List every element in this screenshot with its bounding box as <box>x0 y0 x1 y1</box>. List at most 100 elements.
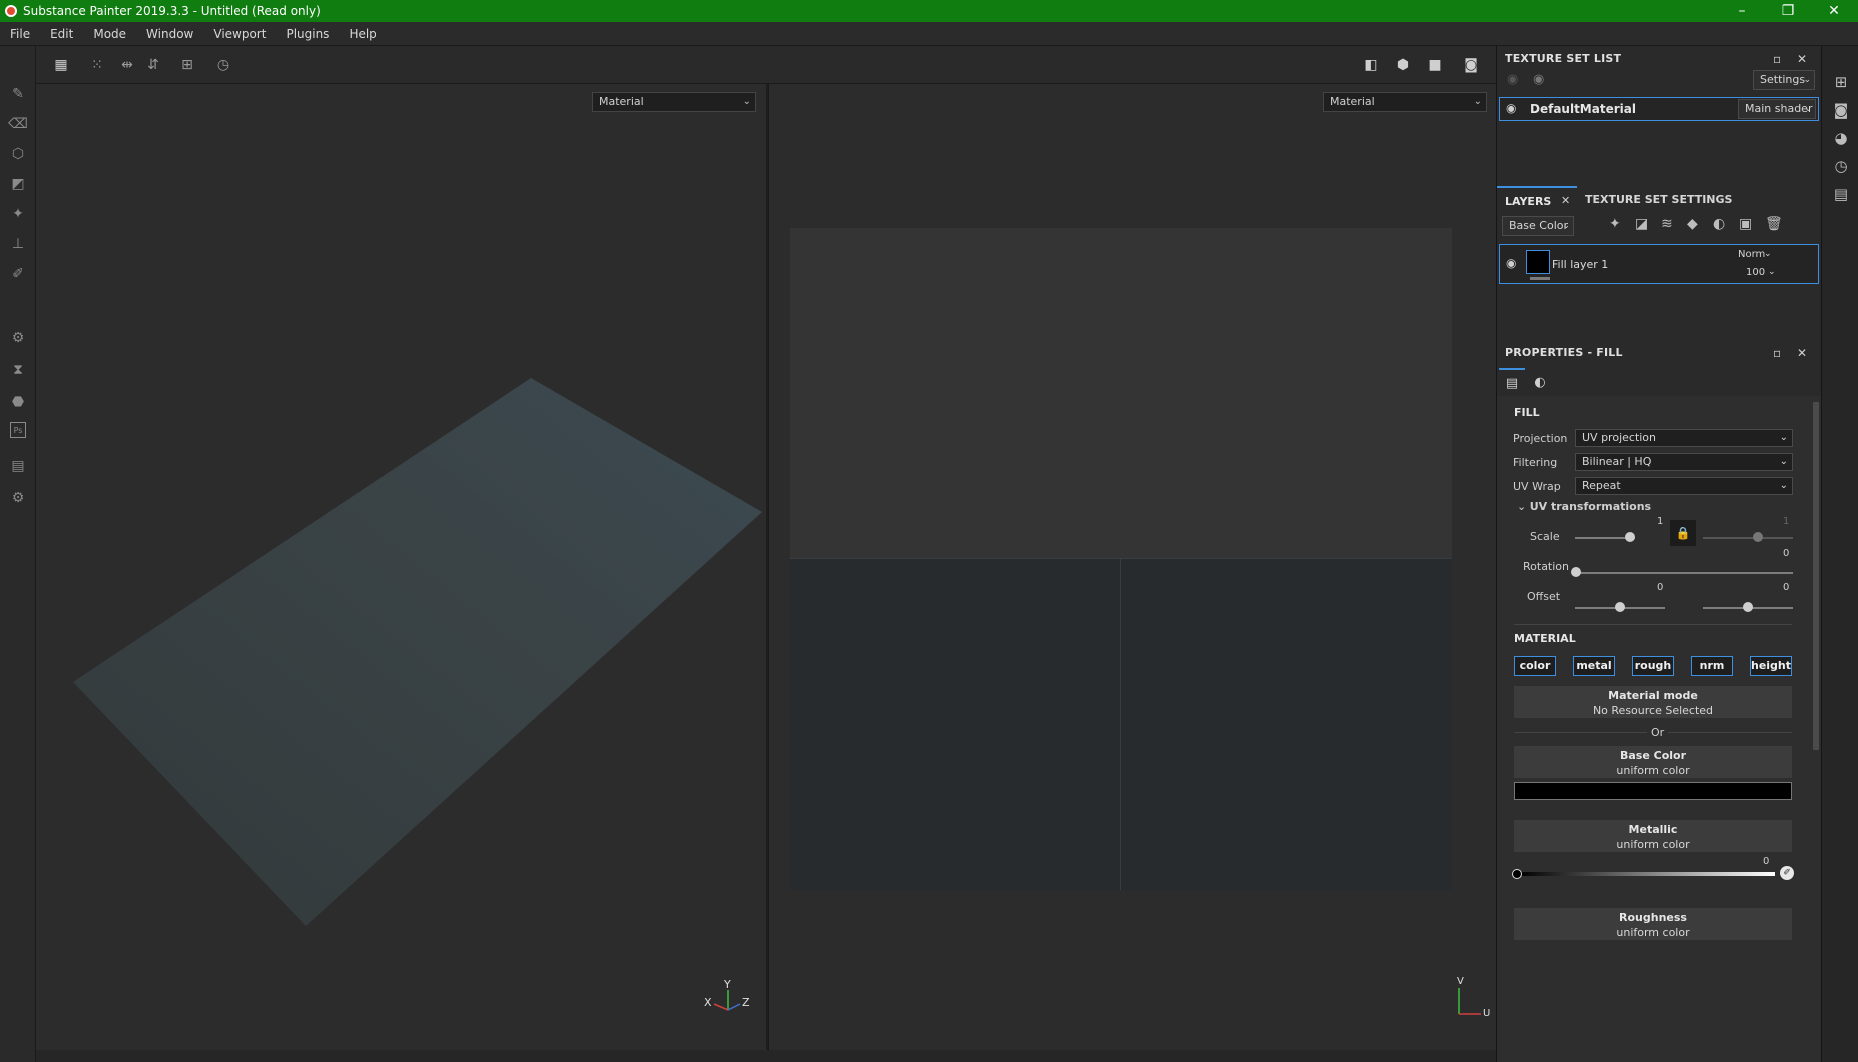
scale-v-slider-track[interactable] <box>1703 537 1793 539</box>
screenshot-camera-icon[interactable]: ◙ <box>1460 54 1482 76</box>
minimize-button[interactable]: – <box>1719 0 1765 22</box>
base-color-header[interactable]: Base Color uniform color <box>1514 746 1792 778</box>
add-frame-icon[interactable]: ⊞ <box>176 54 198 76</box>
photoshop-icon[interactable]: Ps <box>10 422 26 438</box>
delete-layer-icon[interactable]: 🗑 <box>1765 216 1783 232</box>
opacity-value[interactable]: 100 <box>1746 267 1765 278</box>
add-effect-icon[interactable]: ✦ <box>1609 216 1621 232</box>
grid-select-icon[interactable]: ▦ <box>50 54 72 76</box>
clone-stamp-icon[interactable]: ⊥ <box>6 232 30 256</box>
scale-v-slider-handle[interactable] <box>1753 532 1763 542</box>
viewport-3d[interactable]: Material ⌄ Y X Z <box>36 84 766 1050</box>
uvwrap-select[interactable]: Repeat ⌄ <box>1575 477 1793 495</box>
add-fill-layer-icon[interactable]: ◆ <box>1687 216 1698 232</box>
rotation-slider-handle[interactable] <box>1571 567 1581 577</box>
close-panel-icon[interactable]: ✕ <box>1797 46 1807 72</box>
hourglass-icon[interactable]: ⧗ <box>6 358 30 382</box>
channel-select[interactable]: Base Color ⌄ <box>1502 216 1574 236</box>
bake-settings-icon[interactable]: ⚙ <box>6 326 30 350</box>
plugin-settings-icon[interactable]: ⚙ <box>6 486 30 510</box>
metallic-value[interactable]: 0 <box>1763 856 1769 867</box>
export-document-icon[interactable]: ▤ <box>6 454 30 478</box>
material-sphere-tab-icon[interactable]: ◐ <box>1527 368 1553 396</box>
geometry-icon[interactable]: ⬣ <box>6 390 30 414</box>
rotation-slider-track[interactable] <box>1575 572 1793 574</box>
metallic-slider-handle[interactable] <box>1512 869 1522 879</box>
shader-settings-icon[interactable]: ◕ <box>1829 126 1853 150</box>
lock-scale-icon[interactable]: 🔒 <box>1670 520 1696 546</box>
mirror-x-icon[interactable]: ⇹ <box>116 54 138 76</box>
color-picker-icon[interactable]: ✐ <box>6 262 30 286</box>
add-smart-mask-icon[interactable]: ◐ <box>1713 216 1725 232</box>
show-all-eye-icon[interactable]: ◉ <box>1533 72 1544 87</box>
dotted-select-icon[interactable]: ⁙ <box>86 54 108 76</box>
menu-window[interactable]: Window <box>136 27 203 41</box>
offset-v-slider-handle[interactable] <box>1743 602 1753 612</box>
scale-u-value[interactable]: 1 <box>1657 516 1663 527</box>
history-icon[interactable]: ◷ <box>212 54 234 76</box>
close-panel-icon[interactable]: ✕ <box>1797 340 1807 366</box>
polygon-fill-icon[interactable]: ◩ <box>6 172 30 196</box>
projection-select[interactable]: UV projection ⌄ <box>1575 429 1793 447</box>
camera-video-icon[interactable]: ■ <box>1424 54 1446 76</box>
chip-nrm[interactable]: nrm <box>1691 656 1733 676</box>
add-folder-icon[interactable]: ▣ <box>1739 216 1752 232</box>
add-mask-icon[interactable]: ◪ <box>1635 216 1648 232</box>
menu-help[interactable]: Help <box>339 27 386 41</box>
offset-u-value[interactable]: 0 <box>1657 582 1663 593</box>
layer-thumbnail[interactable] <box>1526 250 1550 274</box>
layer-visibility-eye-icon[interactable]: ◉ <box>1506 256 1516 270</box>
roughness-header[interactable]: Roughness uniform color <box>1514 908 1792 940</box>
menu-mode[interactable]: Mode <box>83 27 136 41</box>
add-layer-icon[interactable]: ≋ <box>1661 216 1673 232</box>
display-cube-icon[interactable]: ⬢ <box>1392 54 1414 76</box>
viewport-2d-mode-select[interactable]: Material ⌄ <box>1323 92 1487 112</box>
hide-all-eye-icon[interactable]: ◉ <box>1507 72 1518 87</box>
menu-viewport[interactable]: Viewport <box>203 27 276 41</box>
visibility-eye-icon[interactable]: ◉ <box>1506 101 1516 115</box>
scale-u-slider-handle[interactable] <box>1625 532 1635 542</box>
material-mode-button[interactable]: Material mode No Resource Selected <box>1514 686 1792 718</box>
fill-properties-tab-icon[interactable]: ▤ <box>1499 368 1525 396</box>
filtering-select[interactable]: Bilinear | HQ ⌄ <box>1575 453 1793 471</box>
layout-grid-icon[interactable]: ⊞ <box>1829 70 1853 94</box>
close-window-button[interactable]: ✕ <box>1811 0 1857 22</box>
maximize-icon[interactable]: ▫ <box>1773 340 1781 366</box>
restore-button[interactable]: ❐ <box>1765 0 1811 22</box>
metallic-header[interactable]: Metallic uniform color <box>1514 820 1792 852</box>
uv-transformations-toggle[interactable]: ⌄ UV transformations <box>1517 500 1651 513</box>
texture-set-settings-button[interactable]: Settings ⌄ <box>1753 70 1815 90</box>
properties-scrollbar[interactable] <box>1813 402 1819 750</box>
layer-row[interactable]: ◉ Fill layer 1 Norm ⌄ 100 ⌄ <box>1499 244 1819 284</box>
offset-v-value[interactable]: 0 <box>1783 582 1789 593</box>
chip-metal[interactable]: metal <box>1573 656 1615 676</box>
log-icon[interactable]: ▤ <box>1829 182 1853 206</box>
offset-u-slider-handle[interactable] <box>1615 602 1625 612</box>
projection-icon[interactable]: ⬡ <box>6 142 30 166</box>
menu-plugins[interactable]: Plugins <box>276 27 339 41</box>
base-color-swatch[interactable] <box>1514 782 1792 800</box>
color-picker-icon[interactable]: ✐ <box>1780 866 1794 880</box>
smudge-icon[interactable]: ✦ <box>6 202 30 226</box>
menu-file[interactable]: File <box>0 27 40 41</box>
display-settings-icon[interactable]: ◙ <box>1829 98 1853 122</box>
mirror-y-icon[interactable]: ⇵ <box>142 54 164 76</box>
history-icon[interactable]: ◷ <box>1829 154 1853 178</box>
scale-v-value[interactable]: 1 <box>1783 516 1789 527</box>
texture-set-item[interactable]: ◉ DefaultMaterial Main shader ⌄ <box>1499 97 1819 121</box>
viewport-2d[interactable]: Material ⌄ V U <box>768 84 1496 1050</box>
metallic-slider-track[interactable] <box>1519 872 1775 876</box>
chip-color[interactable]: color <box>1514 656 1556 676</box>
blend-mode-select[interactable]: Norm <box>1738 249 1765 260</box>
eraser-icon[interactable]: ⌫ <box>6 112 30 136</box>
paint-brush-icon[interactable]: ✎ <box>6 82 30 106</box>
tab-layers[interactable]: LAYERS ✕ <box>1497 186 1577 214</box>
tab-texture-set-settings[interactable]: TEXTURE SET SETTINGS <box>1585 193 1732 206</box>
chip-rough[interactable]: rough <box>1632 656 1674 676</box>
close-tab-icon[interactable]: ✕ <box>1561 194 1570 207</box>
menu-edit[interactable]: Edit <box>40 27 83 41</box>
split-view-icon[interactable]: ◧ <box>1360 54 1382 76</box>
shader-select[interactable]: Main shader ⌄ <box>1738 99 1816 119</box>
chip-height[interactable]: height <box>1750 656 1792 676</box>
maximize-icon[interactable]: ▫ <box>1773 46 1781 72</box>
